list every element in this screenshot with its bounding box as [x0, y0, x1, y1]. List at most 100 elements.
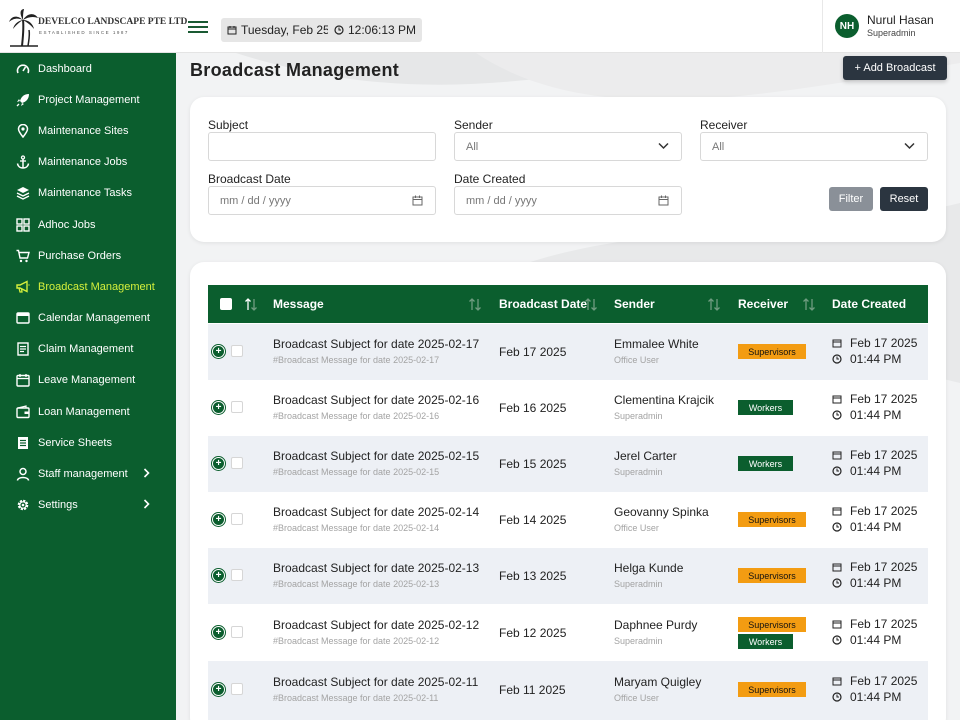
row-checkbox[interactable] [231, 345, 243, 357]
sort-icon[interactable] [244, 298, 258, 311]
expand-row-icon[interactable]: + [212, 513, 225, 526]
sidebar-item-maintenance-tasks[interactable]: Maintenance Tasks [0, 179, 176, 207]
sheet-icon [15, 436, 30, 451]
sidebar-item-loan-management[interactable]: Loan Management [0, 398, 176, 426]
table-row[interactable]: + Broadcast Subject for date 2025-02-14 … [208, 492, 928, 548]
sort-icon[interactable] [802, 298, 816, 311]
subject-input[interactable] [208, 132, 436, 161]
sidebar-item-settings[interactable]: Settings [0, 491, 176, 519]
broadcast-subject: Broadcast Subject for date 2025-02-13 [273, 561, 480, 575]
receiver-select[interactable]: All [700, 132, 928, 161]
expand-row-icon[interactable]: + [212, 401, 225, 414]
sort-icon[interactable] [707, 298, 721, 311]
date-created-label: Date Created [454, 172, 526, 186]
row-checkbox[interactable] [231, 513, 243, 525]
map-pin-icon [15, 124, 30, 139]
sidebar-item-claim-management[interactable]: Claim Management [0, 335, 176, 363]
rocket-icon [15, 93, 30, 108]
column-header-message[interactable]: Message [273, 297, 324, 311]
calendar-icon [832, 620, 842, 629]
grid-icon [15, 218, 30, 233]
table-row[interactable]: + Broadcast Subject for date 2025-02-11 … [208, 661, 928, 720]
table-row[interactable]: + Broadcast Subject for date 2025-02-17 … [208, 324, 928, 380]
date-created-input[interactable]: mm / dd / yyyy [454, 186, 682, 215]
table-row[interactable]: + Broadcast Subject for date 2025-02-13 … [208, 548, 928, 604]
column-header-receiver[interactable]: Receiver [738, 297, 788, 311]
row-checkbox[interactable] [231, 401, 243, 413]
expand-row-icon[interactable]: + [212, 569, 225, 582]
created-time: 01:44 PM [832, 408, 901, 422]
expand-row-icon[interactable]: + [212, 457, 225, 470]
sidebar-item-label: Maintenance Tasks [38, 187, 132, 199]
sidebar-item-staff-management[interactable]: Staff management [0, 460, 176, 488]
sidebar-item-service-sheets[interactable]: Service Sheets [0, 429, 176, 457]
column-header-sender[interactable]: Sender [614, 297, 655, 311]
sidebar-item-adhoc-jobs[interactable]: Adhoc Jobs [0, 211, 176, 239]
add-broadcast-button[interactable]: + Add Broadcast [843, 56, 947, 80]
sender-role: Office User [614, 693, 659, 703]
megaphone-icon [15, 280, 30, 295]
sender-role: Superadmin [614, 636, 663, 646]
sender-role: Superadmin [614, 411, 663, 421]
receiver-badge: Supervisors [738, 682, 806, 697]
user-name: Nurul Hasan [867, 13, 934, 27]
sidebar-item-maintenance-sites[interactable]: Maintenance Sites [0, 117, 176, 145]
row-checkbox[interactable] [231, 457, 243, 469]
row-checkbox[interactable] [231, 626, 243, 638]
company-logo[interactable]: DEVELCO LANDSCAPE PTE LTD ESTABLISHED SI… [8, 8, 187, 48]
column-header-broadcast-date[interactable]: Broadcast Date [499, 297, 587, 311]
broadcast-date-input[interactable]: mm / dd / yyyy [208, 186, 436, 215]
sidebar-item-label: Dashboard [38, 63, 92, 75]
date-created-placeholder: mm / dd / yyyy [466, 194, 537, 207]
clock-icon [832, 410, 842, 420]
sidebar-item-leave-management[interactable]: Leave Management [0, 366, 176, 394]
user-role: Superadmin [867, 28, 916, 38]
filter-button[interactable]: Filter [829, 187, 873, 211]
sidebar: Dashboard Project Management Maintenance… [0, 53, 176, 720]
sidebar-item-purchase-orders[interactable]: Purchase Orders [0, 242, 176, 270]
select-all-checkbox[interactable] [220, 298, 232, 310]
created-date: Feb 17 2025 [832, 617, 917, 631]
broadcast-date: Feb 11 2025 [499, 683, 566, 697]
table-row[interactable]: + Broadcast Subject for date 2025-02-12 … [208, 604, 928, 661]
sidebar-item-project-management[interactable]: Project Management [0, 86, 176, 114]
expand-row-icon[interactable]: + [212, 683, 225, 696]
row-checkbox[interactable] [231, 569, 243, 581]
table-row[interactable]: + Broadcast Subject for date 2025-02-16 … [208, 380, 928, 436]
sort-icon[interactable] [468, 298, 482, 311]
chevron-down-icon [658, 142, 669, 150]
created-time: 01:44 PM [832, 464, 902, 478]
created-time: 01:44 PM [832, 520, 901, 534]
created-date-text: Feb 17 2025 [850, 448, 918, 462]
calendar-icon[interactable] [658, 195, 669, 206]
sort-icon[interactable] [584, 298, 598, 311]
broadcast-date: Feb 14 2025 [499, 513, 567, 527]
subject-label: Subject [208, 118, 249, 132]
sender-select[interactable]: All [454, 132, 682, 161]
anchor-icon [15, 155, 30, 170]
calendar-icon[interactable] [412, 195, 423, 206]
column-header-date-created[interactable]: Date Created [832, 297, 906, 311]
created-date-text: Feb 17 2025 [850, 560, 918, 574]
current-time-text: 12:06:13 PM [348, 23, 417, 37]
calendar-icon [832, 507, 842, 516]
sidebar-item-broadcast-management[interactable]: Broadcast Management [0, 273, 176, 301]
menu-toggle-icon[interactable] [188, 19, 208, 35]
sidebar-item-calendar-management[interactable]: Calendar Management [0, 304, 176, 332]
sidebar-item-dashboard[interactable]: Dashboard [0, 55, 176, 83]
table-row[interactable]: + Broadcast Subject for date 2025-02-15 … [208, 436, 928, 492]
reset-button[interactable]: Reset [880, 187, 928, 211]
sidebar-item-label: Maintenance Sites [38, 125, 129, 137]
clock-icon [832, 466, 842, 476]
user-menu[interactable]: NH Nurul Hasan Superadmin [822, 0, 960, 53]
expand-row-icon[interactable]: + [212, 345, 225, 358]
expand-row-icon[interactable]: + [212, 626, 225, 639]
company-tagline: ESTABLISHED SINCE 1987 [39, 30, 129, 35]
created-date: Feb 17 2025 [832, 504, 917, 518]
sender-role: Office User [614, 523, 659, 533]
created-time-text: 01:44 PM [850, 464, 902, 478]
layers-icon [15, 186, 30, 201]
row-checkbox[interactable] [231, 683, 243, 695]
sidebar-item-maintenance-jobs[interactable]: Maintenance Jobs [0, 148, 176, 176]
created-date: Feb 17 2025 [832, 560, 918, 574]
